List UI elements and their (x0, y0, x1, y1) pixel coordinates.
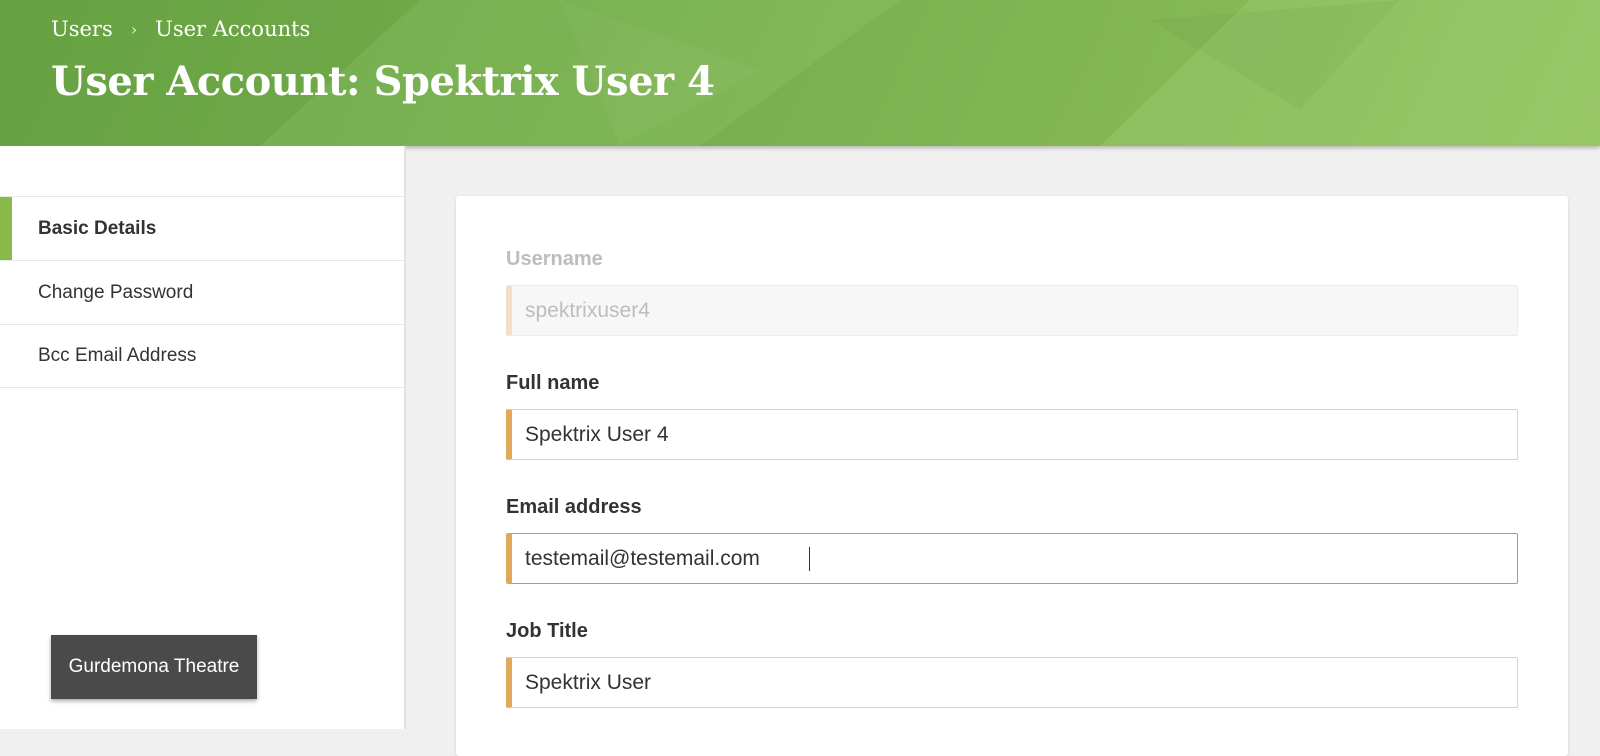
breadcrumb: Users › User Accounts (51, 17, 310, 41)
page-title: User Account: Spektrix User 4 (51, 58, 715, 105)
username-label: Username (506, 248, 603, 270)
job-title-field-group: Job Title (506, 620, 1518, 708)
job-title-input[interactable] (525, 670, 1517, 695)
username-input (525, 298, 1517, 323)
job-title-input-wrapper (506, 657, 1518, 708)
page-title-user-name: Spektrix User 4 (373, 58, 715, 105)
full-name-field-group: Full name (506, 372, 1518, 460)
email-input[interactable] (525, 546, 808, 571)
username-input-wrapper (506, 285, 1518, 336)
breadcrumb-user-accounts-link[interactable]: User Accounts (155, 17, 310, 41)
sidebar-item-basic-details[interactable]: Basic Details (0, 196, 404, 260)
page-title-prefix: User Account: (51, 58, 361, 105)
breadcrumb-users-link[interactable]: Users (51, 17, 113, 41)
full-name-input[interactable] (525, 422, 1517, 447)
sidebar-nav: Basic Details Change Password Bcc Email … (0, 196, 404, 388)
email-field-group: Email address (506, 496, 1518, 584)
breadcrumb-separator: › (130, 19, 138, 39)
sidebar-item-change-password[interactable]: Change Password (0, 260, 404, 324)
email-label: Email address (506, 496, 642, 518)
job-title-label: Job Title (506, 620, 588, 642)
text-cursor (809, 546, 810, 571)
username-field-group: Username (506, 248, 1518, 336)
email-input-wrapper (506, 533, 1518, 584)
full-name-input-wrapper (506, 409, 1518, 460)
sidebar-item-bcc-email-address[interactable]: Bcc Email Address (0, 324, 404, 388)
full-name-label: Full name (506, 372, 600, 394)
organization-button[interactable]: Gurdemona Theatre (51, 635, 257, 699)
page-header: Users › User Accounts User Account: Spek… (0, 0, 1600, 146)
basic-details-form: Username Full name Email address Job Tit… (456, 196, 1568, 756)
sidebar: Basic Details Change Password Bcc Email … (0, 146, 406, 729)
